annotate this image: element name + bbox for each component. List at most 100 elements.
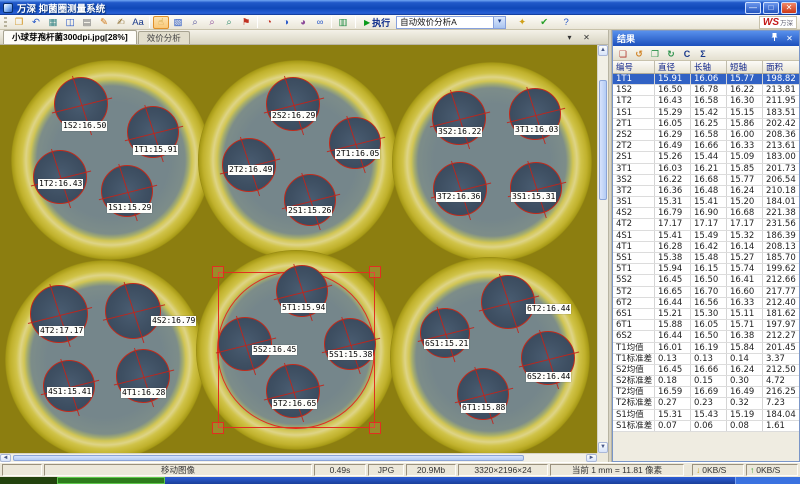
panel-close-icon[interactable]: ✕ bbox=[784, 34, 795, 44]
table-row[interactable]: 4T116.2816.4216.14208.13 bbox=[613, 242, 799, 253]
hand-tool-icon[interactable]: ☝ bbox=[153, 16, 169, 29]
clear-result-icon[interactable]: C bbox=[680, 47, 694, 60]
table-row[interactable]: 5T115.9416.1515.74199.62 bbox=[613, 264, 799, 275]
acquire-image-icon[interactable]: ▦ bbox=[45, 16, 61, 29]
annotate-icon[interactable]: ✍ bbox=[113, 16, 129, 29]
vertical-scroll-thumb[interactable] bbox=[599, 80, 607, 200]
horizontal-scroll-thumb[interactable] bbox=[13, 455, 524, 461]
marker-icon[interactable]: ⚑ bbox=[238, 16, 254, 29]
export-result-icon[interactable]: ❏ bbox=[616, 47, 630, 60]
inhibition-zone[interactable] bbox=[266, 364, 320, 418]
table-row[interactable]: 5S115.3815.4815.27185.70 bbox=[613, 253, 799, 264]
table-row[interactable]: 3T116.0316.2115.85201.73 bbox=[613, 164, 799, 175]
scroll-left-icon[interactable]: ◄ bbox=[0, 454, 11, 462]
table-row[interactable]: 6T216.4416.5616.33212.40 bbox=[613, 298, 799, 309]
table-row[interactable]: 5S216.4516.5016.41212.66 bbox=[613, 275, 799, 286]
vertical-scroll-track[interactable] bbox=[598, 56, 608, 442]
table-row[interactable]: S2均值16.4516.6616.24212.50 bbox=[613, 365, 799, 376]
inhibition-zone[interactable] bbox=[510, 162, 562, 214]
scroll-up-icon[interactable]: ▲ bbox=[598, 45, 608, 56]
image-view[interactable]: 1S2:16.501T1:15.911T2:16.431S1:15.292S2:… bbox=[0, 45, 597, 453]
tab-image-document[interactable]: 小球芽孢杆菌300dpi.jpg[28%] bbox=[3, 30, 137, 44]
zoom-out-icon[interactable]: ⌕ bbox=[204, 16, 220, 29]
maximize-button[interactable]: □ bbox=[763, 2, 779, 14]
inhibition-zone[interactable] bbox=[266, 77, 320, 131]
table-row[interactable]: 1S115.2915.4215.15183.51 bbox=[613, 108, 799, 119]
inhibition-zone[interactable] bbox=[432, 91, 486, 145]
undo-result-icon[interactable]: ↺ bbox=[632, 47, 646, 60]
table-row[interactable]: 6T115.8816.0515.71197.97 bbox=[613, 320, 799, 331]
table-row[interactable]: 3S115.3115.4115.20184.01 bbox=[613, 197, 799, 208]
selection-handle[interactable] bbox=[212, 422, 224, 434]
table-row[interactable]: 1S216.5016.7816.22213.81 bbox=[613, 85, 799, 96]
table-row[interactable]: T2均值16.5916.6916.49216.25 bbox=[613, 387, 799, 398]
horizontal-scroll-track[interactable] bbox=[11, 454, 586, 462]
vertical-scrollbar[interactable]: ▲ ▼ bbox=[597, 45, 608, 453]
table-row[interactable]: T1标准差0.130.130.143.37 bbox=[613, 354, 799, 365]
pencil-icon[interactable]: ✎ bbox=[96, 16, 112, 29]
table-row[interactable]: T1均值16.0116.1915.84201.45 bbox=[613, 343, 799, 354]
tab-close-icon[interactable]: ✕ bbox=[581, 33, 592, 43]
measure-zone-icon[interactable]: ◑ bbox=[278, 16, 294, 29]
zoom-in-icon[interactable]: ⌕ bbox=[187, 16, 203, 29]
taskbar-active-button[interactable] bbox=[57, 477, 165, 484]
table-row[interactable]: 4T217.1717.1717.17231.56 bbox=[613, 219, 799, 230]
inhibition-zone[interactable] bbox=[324, 318, 376, 370]
petri-dish[interactable] bbox=[5, 260, 205, 453]
table-row[interactable]: 1T115.9116.0615.77198.82 bbox=[613, 74, 799, 85]
undo-icon[interactable]: ↶ bbox=[28, 16, 44, 29]
table-row[interactable]: 2S216.2916.5816.00208.36 bbox=[613, 130, 799, 141]
tab-potency-analysis[interactable]: 效价分析 bbox=[138, 31, 190, 44]
inhibition-zone[interactable] bbox=[105, 283, 161, 339]
table-row[interactable]: 6S216.4416.5016.38212.27 bbox=[613, 331, 799, 342]
pin-icon[interactable] bbox=[769, 32, 780, 45]
open-image-icon[interactable]: ❐ bbox=[11, 16, 27, 29]
link-icon[interactable]: ∞ bbox=[312, 16, 328, 29]
sum-result-icon[interactable]: Σ bbox=[696, 47, 710, 60]
save-icon[interactable]: ◫ bbox=[62, 16, 78, 29]
table-row[interactable]: 3T216.3616.4816.24210.18 bbox=[613, 186, 799, 197]
table-row[interactable]: 1T216.4316.5816.30211.95 bbox=[613, 96, 799, 107]
inhibition-zone[interactable] bbox=[33, 150, 87, 204]
table-row[interactable]: 6S115.2115.3015.11181.62 bbox=[613, 309, 799, 320]
inhibition-zone[interactable] bbox=[420, 308, 470, 358]
zoom-fit-icon[interactable]: ⌕ bbox=[221, 16, 237, 29]
table-row[interactable]: 2S115.2615.4415.09183.00 bbox=[613, 152, 799, 163]
horizontal-scrollbar[interactable]: ◄ ► bbox=[0, 453, 597, 462]
selection-handle[interactable] bbox=[212, 266, 224, 278]
execute-button[interactable]: ▶ 执行 bbox=[360, 16, 394, 29]
table-row[interactable]: 4S115.4115.4915.32186.39 bbox=[613, 231, 799, 242]
text-tool-icon[interactable]: Aa bbox=[130, 16, 146, 29]
analysis-mode-dropdown[interactable]: 自动效价分析A ▾ bbox=[396, 16, 506, 29]
scroll-down-icon[interactable]: ▼ bbox=[598, 442, 608, 453]
table-row[interactable]: 4S216.7916.9016.68221.38 bbox=[613, 208, 799, 219]
calibrate-icon[interactable]: ✦ bbox=[514, 16, 530, 29]
toolbar-grip-icon[interactable] bbox=[4, 17, 7, 28]
inhibition-zone[interactable] bbox=[284, 174, 336, 226]
inhibition-zone[interactable] bbox=[218, 317, 272, 371]
table-row[interactable]: S1均值15.3115.4315.19184.04 bbox=[613, 410, 799, 421]
region-select-icon[interactable]: ▧ bbox=[170, 16, 186, 29]
measure-auto-icon[interactable]: ◕ bbox=[295, 16, 311, 29]
minimize-button[interactable]: — bbox=[745, 2, 761, 14]
table-row[interactable]: 5T216.6516.7016.60217.77 bbox=[613, 287, 799, 298]
confirm-icon[interactable]: ✔ bbox=[536, 16, 552, 29]
table-row[interactable]: T2标准差0.270.230.327.23 bbox=[613, 398, 799, 409]
print-icon[interactable]: ▤ bbox=[79, 16, 95, 29]
chevron-down-icon[interactable]: ▾ bbox=[493, 17, 505, 28]
selection-handle[interactable] bbox=[369, 266, 381, 278]
close-button[interactable]: ✕ bbox=[781, 2, 797, 14]
table-row[interactable]: 2T216.4916.6616.33213.61 bbox=[613, 141, 799, 152]
table-row[interactable]: S1标准差0.070.060.081.61 bbox=[613, 421, 799, 432]
save-result-icon[interactable]: ❐ bbox=[648, 47, 662, 60]
tab-list-menu-icon[interactable]: ▾ bbox=[564, 33, 575, 43]
report-icon[interactable]: ▥ bbox=[335, 16, 351, 29]
table-row[interactable]: S2标准差0.180.150.304.72 bbox=[613, 376, 799, 387]
selection-handle[interactable] bbox=[369, 422, 381, 434]
petri-dish[interactable] bbox=[392, 62, 592, 262]
scroll-right-icon[interactable]: ► bbox=[586, 454, 597, 462]
inhibition-zone[interactable] bbox=[433, 162, 487, 216]
inhibition-zone[interactable] bbox=[481, 275, 535, 329]
inhibition-zone[interactable] bbox=[329, 117, 381, 169]
inhibition-zone[interactable] bbox=[43, 360, 95, 412]
